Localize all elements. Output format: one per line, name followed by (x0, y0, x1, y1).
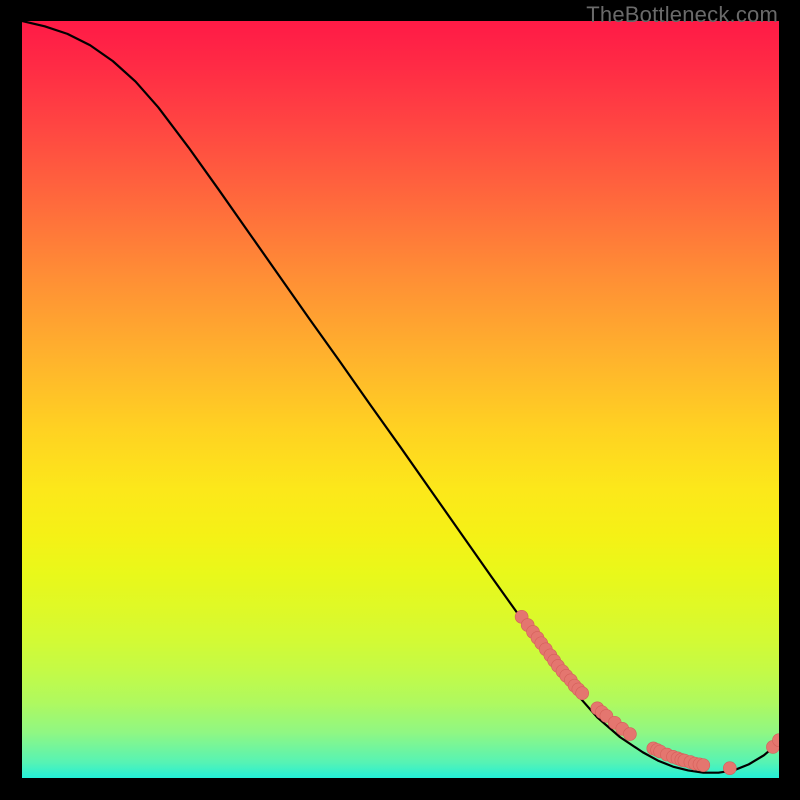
data-point (576, 687, 589, 700)
data-point (697, 759, 710, 772)
chart-overlay (22, 21, 779, 778)
data-point (623, 728, 636, 741)
plot-area (22, 21, 779, 778)
curve-line (22, 21, 779, 773)
chart-frame: TheBottleneck.com (0, 0, 800, 800)
watermark-text: TheBottleneck.com (586, 2, 778, 28)
data-point (723, 762, 736, 775)
